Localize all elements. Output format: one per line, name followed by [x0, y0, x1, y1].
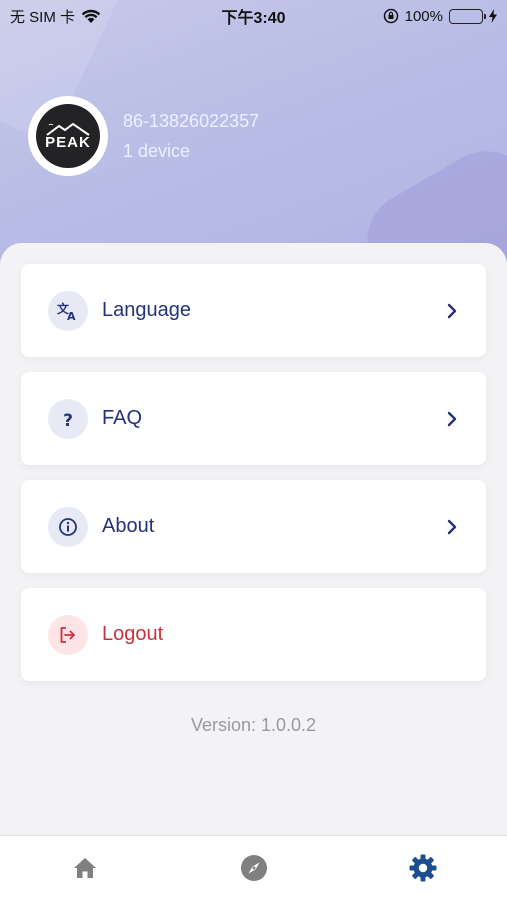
- menu-item-language[interactable]: 文 A Language: [21, 264, 486, 357]
- home-icon: [73, 858, 96, 878]
- compass-icon: [240, 855, 267, 881]
- status-bar: 无 SIM 卡 下午3:40 100%: [0, 0, 507, 32]
- menu-item-label: About: [102, 515, 155, 537]
- translate-icon: 文 A: [48, 290, 88, 331]
- menu-item-logout[interactable]: Logout: [21, 588, 486, 681]
- menu-item-label: FAQ: [102, 407, 143, 429]
- gear-icon: [409, 854, 436, 882]
- chevron-right-icon: [447, 303, 457, 318]
- profile-device-count: 1 device: [123, 141, 191, 161]
- menu-item-label: Logout: [102, 623, 164, 645]
- battery-percent: 100%: [404, 7, 443, 25]
- info-icon: [48, 506, 88, 547]
- chevron-right-icon: [447, 519, 457, 534]
- avatar[interactable]: PEAK: [28, 96, 108, 176]
- app-version: Version: 1.0.0.2: [190, 715, 317, 735]
- svg-text:A: A: [67, 310, 76, 321]
- orientation-lock-icon: [383, 8, 398, 24]
- battery-icon: [449, 8, 486, 24]
- chevron-right-icon: [447, 411, 457, 426]
- tab-bar: [0, 835, 507, 900]
- tab-discover[interactable]: [224, 838, 284, 898]
- wifi-icon: [81, 9, 101, 23]
- profile-phone: 86-13826022357: [123, 111, 260, 131]
- avatar-logo-text: PEAK: [45, 133, 91, 151]
- tab-home[interactable]: [55, 838, 115, 898]
- carrier-label: 无 SIM 卡: [10, 8, 76, 26]
- menu-item-label: Language: [102, 299, 191, 321]
- tab-settings[interactable]: [393, 838, 453, 898]
- logout-icon: [48, 614, 88, 655]
- question-icon: ?: [48, 398, 88, 439]
- charging-icon: [489, 9, 497, 23]
- menu-item-faq[interactable]: ? FAQ: [21, 372, 486, 465]
- svg-text:?: ?: [63, 411, 73, 429]
- menu-item-about[interactable]: About: [21, 480, 486, 573]
